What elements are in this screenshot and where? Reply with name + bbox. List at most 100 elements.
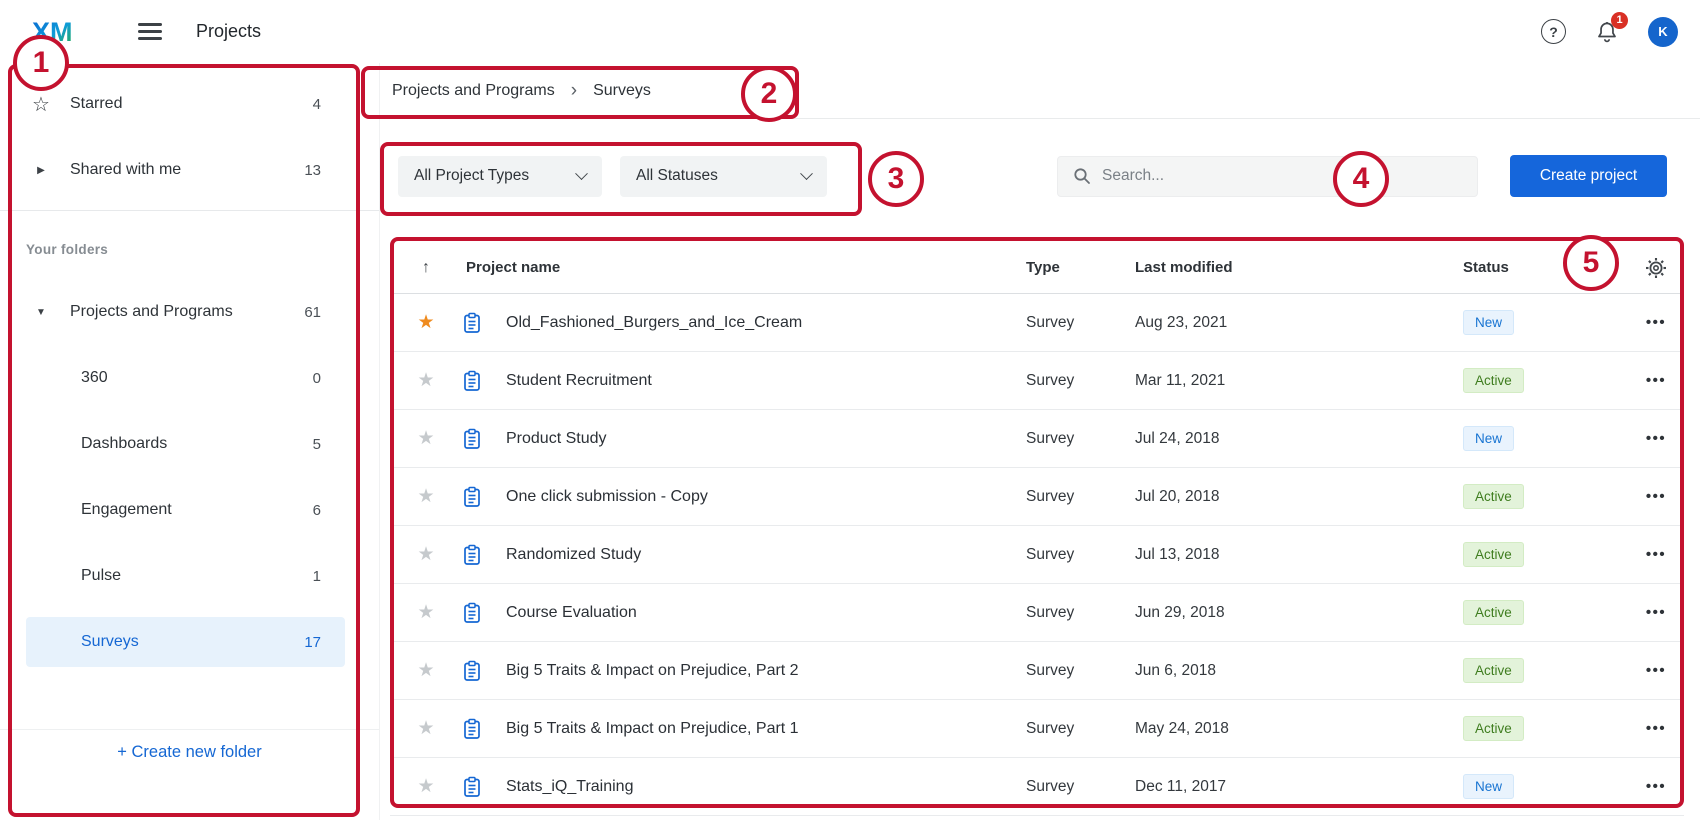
row-actions-icon[interactable] [1646,314,1666,331]
folder-label: Projects and Programs [70,303,304,321]
star-icon[interactable] [417,605,434,622]
sidebar-item-360[interactable]: 360 0 [0,345,379,411]
project-name[interactable]: Stats_iQ_Training [494,778,1010,796]
status-badge: New [1463,774,1514,799]
table-row[interactable]: Student Recruitment Survey Mar 11, 2021 … [390,352,1684,410]
folder-label: Surveys [81,633,304,651]
project-type: Survey [1010,720,1110,738]
sidebar-item-count: 13 [304,162,321,179]
search-input[interactable] [1102,167,1463,185]
column-header-last-modified[interactable]: Last modified [1110,259,1438,276]
star-icon[interactable] [417,721,434,738]
svg-text:XM: XM [32,17,73,47]
row-actions-icon[interactable] [1646,662,1666,679]
avatar[interactable]: K [1648,17,1678,47]
project-last-modified: Mar 11, 2021 [1110,372,1438,390]
survey-clipboard-icon [450,544,494,566]
sidebar-item-surveys[interactable]: Surveys 17 [0,609,379,675]
breadcrumb-chevron-icon: › [571,81,577,100]
row-actions-icon[interactable] [1646,778,1666,795]
sidebar-item-label: Starred [70,95,313,113]
folder-count: 1 [313,568,321,585]
chevron-down-icon[interactable] [26,307,56,318]
project-table-body: Old_Fashioned_Burgers_and_Ice_Cream Surv… [390,294,1684,816]
table-row[interactable]: Product Study Survey Jul 24, 2018 New [390,410,1684,468]
row-actions-icon[interactable] [1646,430,1666,447]
notifications-bell-icon[interactable]: 1 [1594,19,1620,45]
sidebar-item-engagement[interactable]: Engagement 6 [0,477,379,543]
star-icon[interactable] [417,315,434,332]
project-name[interactable]: Randomized Study [494,546,1010,564]
project-name[interactable]: Big 5 Traits & Impact on Prejudice, Part… [494,720,1010,738]
sidebar-divider [0,210,379,211]
sidebar-item-shared-with-me[interactable]: Shared with me 13 [0,137,379,203]
project-name[interactable]: Product Study [494,430,1010,448]
project-name[interactable]: One click submission - Copy [494,488,1010,506]
folder-count: 61 [304,304,321,321]
folder-count: 5 [313,436,321,453]
row-actions-icon[interactable] [1646,720,1666,737]
table-row[interactable]: Big 5 Traits & Impact on Prejudice, Part… [390,700,1684,758]
row-actions-icon[interactable] [1646,372,1666,389]
table-header-row: ↑ Project name Type Last modified Status [390,242,1684,294]
star-icon[interactable] [417,547,434,564]
search-icon [1072,166,1092,186]
breadcrumb: Projects and Programs › Surveys [380,63,1700,119]
column-header-type[interactable]: Type [1010,259,1110,276]
create-new-folder-button[interactable]: + Create new folder [117,743,261,762]
star-icon[interactable] [417,489,434,506]
status-filter-dropdown[interactable]: All Statuses [620,156,827,197]
help-icon[interactable]: ? [1541,19,1566,44]
sidebar-item-projects-and-programs[interactable]: Projects and Programs 61 [0,279,379,345]
search-box[interactable] [1057,156,1478,197]
sidebar-item-pulse[interactable]: Pulse 1 [0,543,379,609]
project-last-modified: Jul 20, 2018 [1110,488,1438,506]
page-title: Projects [196,21,261,42]
star-icon[interactable] [417,373,434,390]
folder-label: 360 [81,369,313,387]
row-actions-icon[interactable] [1646,604,1666,621]
survey-clipboard-icon [450,660,494,682]
star-icon[interactable] [417,663,434,680]
projects-page: XM Projects ? 1 K Starred 4 [0,0,1700,820]
project-last-modified: Jul 24, 2018 [1110,430,1438,448]
table-row[interactable]: Big 5 Traits & Impact on Prejudice, Part… [390,642,1684,700]
project-type: Survey [1010,372,1110,390]
breadcrumb-projects-and-programs[interactable]: Projects and Programs [392,82,555,100]
column-header-status[interactable]: Status [1438,259,1628,276]
folder-label: Pulse [81,567,313,585]
folder-count: 6 [313,502,321,519]
project-name[interactable]: Big 5 Traits & Impact on Prejudice, Part… [494,662,1010,680]
status-badge: Active [1463,484,1524,509]
sidebar: Starred 4 Shared with me 13 Your folders… [0,63,380,820]
table-row[interactable]: Randomized Study Survey Jul 13, 2018 Act… [390,526,1684,584]
chevron-down-icon [800,167,813,180]
top-bar: XM Projects ? 1 K [0,0,1700,63]
create-project-button[interactable]: Create project [1510,155,1667,197]
row-actions-icon[interactable] [1646,488,1666,505]
table-row[interactable]: Old_Fashioned_Burgers_and_Ice_Cream Surv… [390,294,1684,352]
menu-icon[interactable] [138,19,162,45]
project-type-filter-dropdown[interactable]: All Project Types [398,156,602,197]
project-type: Survey [1010,430,1110,448]
sidebar-item-count: 4 [313,96,321,113]
star-icon[interactable] [417,779,434,796]
table-row[interactable]: Course Evaluation Survey Jun 29, 2018 Ac… [390,584,1684,642]
project-name[interactable]: Old_Fashioned_Burgers_and_Ice_Cream [494,314,1010,332]
table-row[interactable]: One click submission - Copy Survey Jul 2… [390,468,1684,526]
project-name[interactable]: Course Evaluation [494,604,1010,622]
column-header-project-name[interactable]: Project name [450,259,1010,276]
status-badge: Active [1463,716,1524,741]
sort-arrow-icon[interactable]: ↑ [402,259,450,277]
table-row[interactable]: Stats_iQ_Training Survey Dec 11, 2017 Ne… [390,758,1684,816]
table-settings-gear-icon[interactable] [1628,257,1684,279]
survey-clipboard-icon [450,718,494,740]
notification-badge: 1 [1611,12,1628,29]
sidebar-item-dashboards[interactable]: Dashboards 5 [0,411,379,477]
status-badge: New [1463,426,1514,451]
project-type: Survey [1010,488,1110,506]
row-actions-icon[interactable] [1646,546,1666,563]
sidebar-item-starred[interactable]: Starred 4 [0,71,379,137]
project-name[interactable]: Student Recruitment [494,372,1010,390]
star-icon[interactable] [417,431,434,448]
